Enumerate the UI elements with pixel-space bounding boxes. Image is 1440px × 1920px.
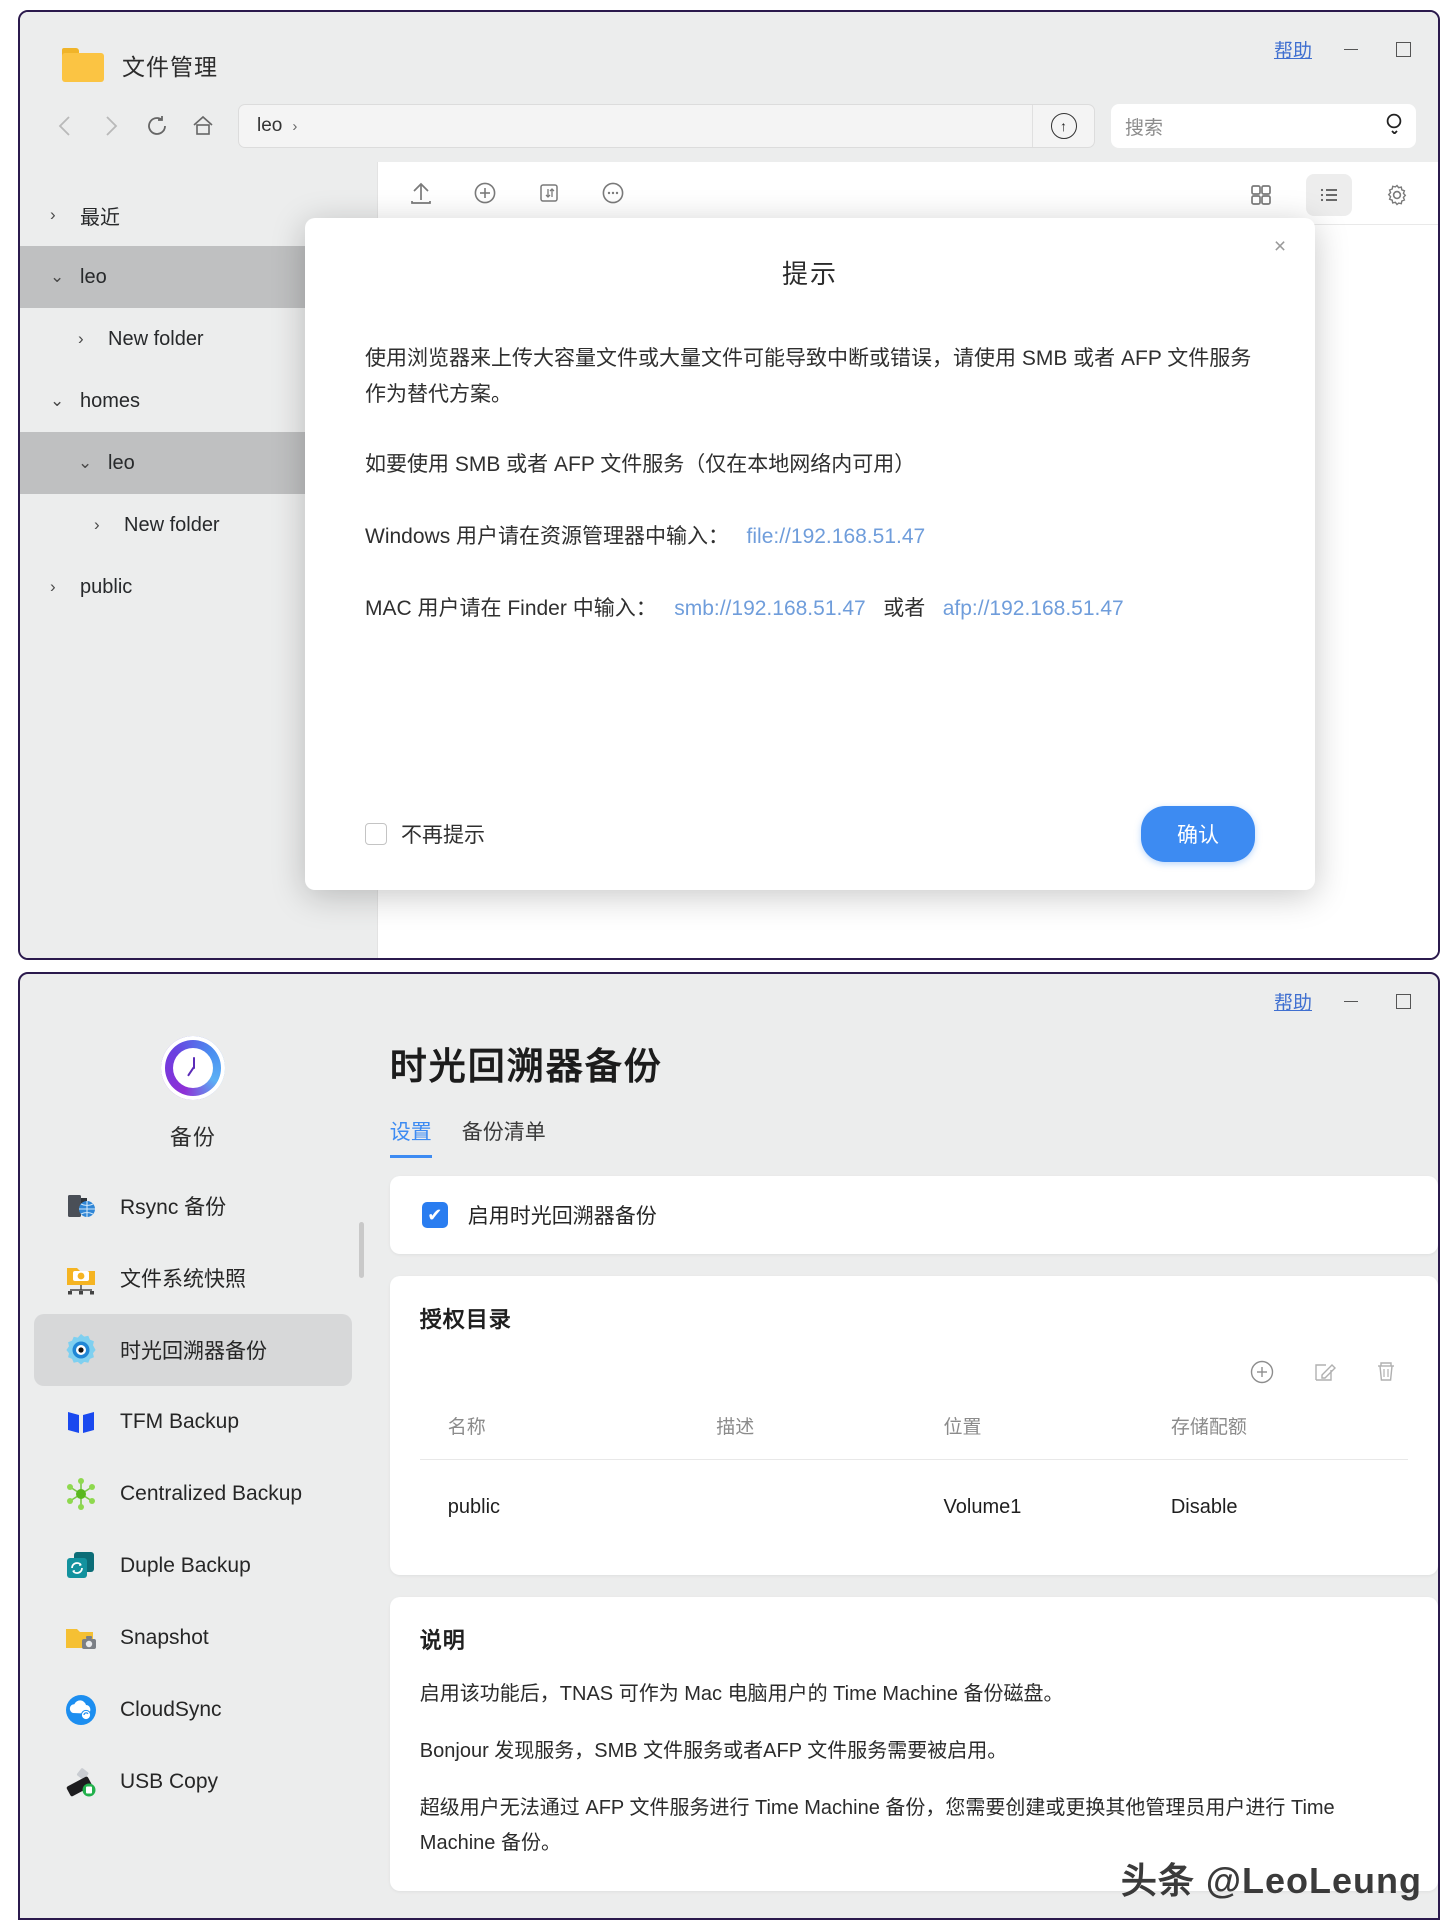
sidebar-item-tfm-backup[interactable]: TFM Backup [34,1386,352,1458]
help-link[interactable]: 帮助 [1274,988,1312,1015]
sidebar-item-label: TFM Backup [120,1410,240,1433]
trash-icon[interactable] [1370,1356,1402,1388]
dont-show-again-label: 不再提示 [401,824,485,847]
sidebar-item-label: 文件系统快照 [120,1268,246,1291]
tab-bar: 设置 备份清单 [389,1116,1438,1158]
dialog-windows-line: Windows 用户请在资源管理器中输入： file://192.168.51.… [365,519,1255,555]
table-row[interactable]: public Volume1 Disable [420,1460,1408,1530]
table-header-row: 名称 描述 位置 存储配额 [419,1398,1408,1460]
centralized-nodes-icon [62,1475,100,1513]
tfm-book-icon [62,1403,100,1441]
backup-window: 帮助 备份 Rsync 备份 文件系统快照 时光回溯器备份 TFM Backup… [18,972,1440,1920]
sidebar-item-label: 时光回溯器备份 [120,1340,267,1363]
sidebar-item-cloudsync[interactable]: CloudSync [34,1674,352,1746]
confirm-button[interactable]: 确认 [1141,806,1255,862]
description-paragraph-3: 超级用户无法通过 AFP 文件服务进行 Time Machine 备份，您需要创… [419,1797,1335,1854]
sidebar-item-label: Duple Backup [120,1554,251,1577]
backup-sidebar: 备份 Rsync 备份 文件系统快照 时光回溯器备份 TFM Backup Ce… [20,1022,366,1918]
enable-checkbox[interactable]: ✔ [421,1202,448,1228]
folder-camera-net-icon [62,1259,100,1297]
column-header-quota: 存储配额 [1170,1398,1408,1460]
sidebar-item-filesystem-snapshot[interactable]: 文件系统快照 [34,1242,352,1314]
backup-nav-list: Rsync 备份 文件系统快照 时光回溯器备份 TFM Backup Centr… [20,1170,366,1818]
sidebar-item-centralized-backup[interactable]: Centralized Backup [34,1458,352,1530]
description-heading: 说明 [419,1628,466,1653]
file-url-link[interactable]: file://192.168.51.47 [747,525,926,548]
backup-main-panel: 时光回溯器备份 设置 备份清单 ✔ 启用时光回溯器备份 授权目录 名称 描述 位… [365,1022,1438,1918]
sidebar-item-label: Snapshot [120,1626,209,1649]
sidebar-item-time-machine-backup[interactable]: 时光回溯器备份 [34,1314,352,1386]
dialog-paragraph-2: 如要使用 SMB 或者 AFP 文件服务（仅在本地网络内可用） [365,453,916,477]
close-icon[interactable]: × [1267,234,1293,260]
edit-icon[interactable] [1308,1356,1340,1388]
sidebar-item-label: CloudSync [120,1698,222,1721]
authorized-directories-card: 授权目录 名称 描述 位置 存储配额 public Volume1 Disabl… [389,1276,1438,1575]
table-action-buttons [420,1356,1408,1388]
description-card: 说明 启用该功能后，TNAS 可作为 Mac 电脑用户的 Time Machin… [389,1597,1438,1891]
file-manager-window: 文件管理 帮助 leo › ↑ 搜索 › 最近 ⌄ leo › New fold… [18,10,1440,960]
afp-url-link[interactable]: afp://192.168.51.47 [943,597,1124,620]
backup-app-identity: 备份 [20,1030,366,1152]
cell-name: public [447,1496,501,1518]
checkbox-box[interactable] [365,823,387,845]
description-paragraph-1: 启用该功能后，TNAS 可作为 Mac 电脑用户的 Time Machine 备… [419,1683,1064,1705]
watermark: 头条 @LeoLeung [1120,1860,1422,1901]
enable-checkbox-label: 启用时光回溯器备份 [467,1205,657,1228]
page-title: 时光回溯器备份 [389,1046,663,1087]
minimize-icon[interactable] [1338,989,1364,1015]
time-machine-gear-icon [62,1331,100,1369]
cell-description [716,1460,943,1530]
maximize-icon[interactable] [1390,989,1416,1015]
duple-sync-icon [62,1547,100,1585]
sidebar-item-label: Centralized Backup [120,1482,303,1505]
window-controls-2: 帮助 [1274,988,1416,1015]
tab-backup-list[interactable]: 备份清单 [462,1116,546,1158]
sidebar-item-duple-backup[interactable]: Duple Backup [34,1530,352,1602]
column-header-name: 名称 [419,1398,717,1460]
dialog-title: 提示 [781,259,838,289]
sidebar-item-label: Rsync 备份 [120,1196,227,1219]
tab-settings[interactable]: 设置 [389,1116,432,1158]
sidebar-scrollbar[interactable] [358,1222,364,1278]
enable-time-machine-card: ✔ 启用时光回溯器备份 [389,1176,1438,1254]
dialog-paragraph-1: 使用浏览器来上传大容量文件或大量文件可能导致中断或错误，请使用 SMB 或者 A… [365,347,1252,407]
windows-line-prefix: Windows 用户请在资源管理器中输入： [365,525,730,549]
dialog-mac-line: MAC 用户请在 Finder 中输入： smb://192.168.51.47… [365,591,1255,627]
notice-dialog: × 提示 使用浏览器来上传大容量文件或大量文件可能导致中断或错误，请使用 SMB… [305,218,1315,890]
plus-circle-icon[interactable] [1246,1356,1278,1388]
usb-copy-icon [62,1763,100,1801]
mac-line-middle: 或者 [883,597,926,621]
sidebar-item-label: USB Copy [120,1770,219,1793]
description-paragraph-2: Bonjour 发现服务，SMB 文件服务或者AFP 文件服务需要被启用。 [419,1740,1008,1762]
cloud-sync-icon [62,1691,100,1729]
column-header-location: 位置 [943,1398,1171,1460]
sidebar-item-snapshot[interactable]: Snapshot [34,1602,352,1674]
backup-body: 备份 Rsync 备份 文件系统快照 时光回溯器备份 TFM Backup Ce… [20,1022,1438,1918]
screenshot-root: 文件管理 帮助 leo › ↑ 搜索 › 最近 ⌄ leo › New fold… [0,0,1440,1920]
time-machine-icon [160,1036,225,1100]
folder-camera-icon [62,1619,100,1657]
authorized-directories-heading: 授权目录 [419,1307,512,1332]
mac-line-prefix: MAC 用户请在 Finder 中输入： [365,597,657,621]
sidebar-item-rsync-backup[interactable]: Rsync 备份 [34,1170,352,1242]
cell-location: Volume1 [943,1496,1022,1518]
dialog-footer: 不再提示 确认 [305,794,1315,890]
smb-url-link[interactable]: smb://192.168.51.47 [674,597,865,620]
backup-app-name: 备份 [169,1125,216,1150]
column-header-description: 描述 [716,1398,944,1460]
sidebar-item-usb-copy[interactable]: USB Copy [34,1746,352,1818]
server-globe-icon [62,1187,100,1225]
cell-quota: Disable [1170,1496,1238,1518]
dont-show-again-checkbox[interactable]: 不再提示 [365,819,485,849]
authorized-directories-table: 名称 描述 位置 存储配额 public Volume1 Disable [419,1398,1408,1530]
backup-titlebar: 帮助 [20,974,1438,1022]
dialog-content: 使用浏览器来上传大容量文件或大量文件可能导致中断或错误，请使用 SMB 或者 A… [305,291,1315,794]
